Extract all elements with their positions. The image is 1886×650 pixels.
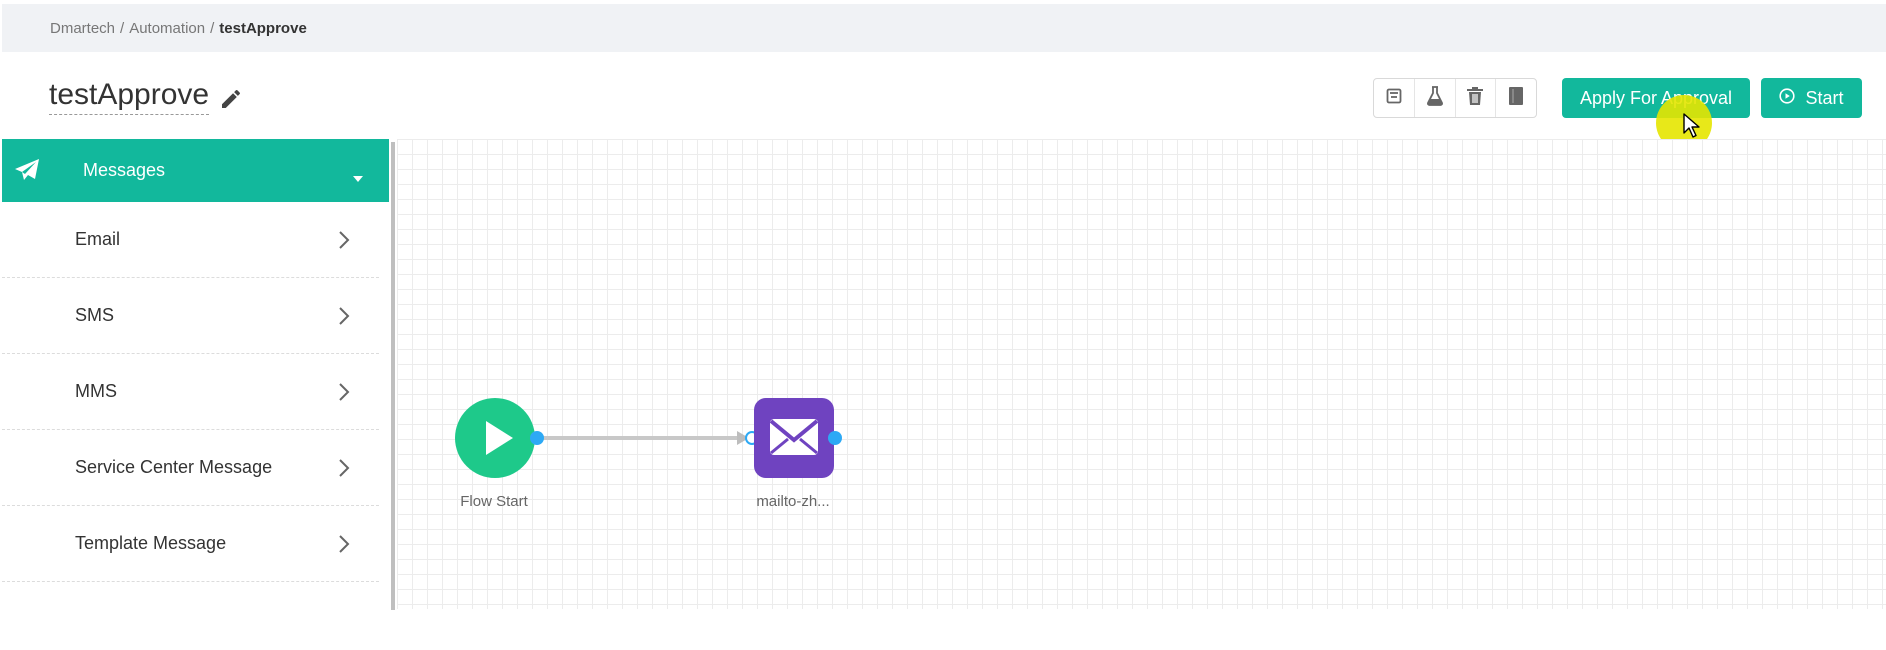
sidebar-item-label: Service Center Message <box>75 457 273 477</box>
breadcrumb: Dmartech / Automation / testApprove <box>2 4 1886 52</box>
chevron-right-icon <box>338 458 350 483</box>
breadcrumb-current: testApprove <box>219 19 307 37</box>
page-title[interactable]: testApprove <box>49 78 210 115</box>
sidebar-item-sms[interactable]: SMS <box>2 278 379 354</box>
breadcrumb-item-automation[interactable]: Automation <box>129 20 205 37</box>
chevron-right-icon <box>338 534 350 559</box>
toolbar <box>1373 78 1537 118</box>
output-port <box>828 431 842 445</box>
sidebar-group-messages[interactable]: Messages <box>2 139 389 202</box>
flow-canvas[interactable]: Flow Start mailto-zh... <box>397 139 1886 609</box>
start-button[interactable]: Start <box>1761 78 1862 118</box>
breadcrumb-separator: / <box>210 19 215 37</box>
sidebar-item-label: SMS <box>75 305 115 325</box>
node-label: Flow Start <box>460 493 528 510</box>
sidebar-header-label: Messages <box>83 160 166 180</box>
chevron-right-icon <box>338 230 350 255</box>
paper-plane-icon <box>14 158 40 187</box>
sidebar-item-template-message[interactable]: Template Message <box>2 506 379 582</box>
notes-button[interactable] <box>1496 79 1536 117</box>
sidebar-item-label: Template Message <box>75 533 227 553</box>
sidebar-item-service-center-message[interactable]: Service Center Message <box>2 430 379 506</box>
sidebar-scrollbar[interactable] <box>391 142 395 610</box>
caret-down-icon <box>352 167 364 188</box>
chevron-right-icon <box>338 306 350 331</box>
pencil-icon[interactable] <box>219 85 243 109</box>
email-node[interactable] <box>744 397 844 486</box>
trash-icon <box>1466 86 1484 111</box>
sidebar-item-label: MMS <box>75 381 117 401</box>
apply-for-approval-button[interactable]: Apply For Approval <box>1562 78 1750 118</box>
play-circle-icon <box>1779 87 1796 109</box>
sidebar: Messages Email SMS MMS Service Center Me… <box>2 139 389 609</box>
node-label: mailto-zh... <box>756 493 830 510</box>
output-port <box>530 431 544 445</box>
sidebar-item-mms[interactable]: MMS <box>2 354 379 430</box>
start-label: Start <box>1805 87 1844 108</box>
chevron-right-icon <box>338 382 350 407</box>
envelope-icon <box>769 419 819 455</box>
sidebar-item-email[interactable]: Email <box>2 202 379 278</box>
delete-button[interactable] <box>1456 79 1497 117</box>
sidebar-item-label: Email <box>75 229 121 249</box>
page-header: testApprove <box>49 78 243 115</box>
flask-icon <box>1426 85 1444 111</box>
save-icon <box>1385 87 1403 110</box>
breadcrumb-separator: / <box>120 19 125 37</box>
save-button[interactable] <box>1374 79 1415 117</box>
breadcrumb-item-dmartech[interactable]: Dmartech <box>50 20 115 37</box>
notebook-icon <box>1508 86 1524 111</box>
flow-start-node[interactable] <box>455 397 549 486</box>
flow-edges <box>537 431 749 445</box>
test-button[interactable] <box>1415 79 1456 117</box>
